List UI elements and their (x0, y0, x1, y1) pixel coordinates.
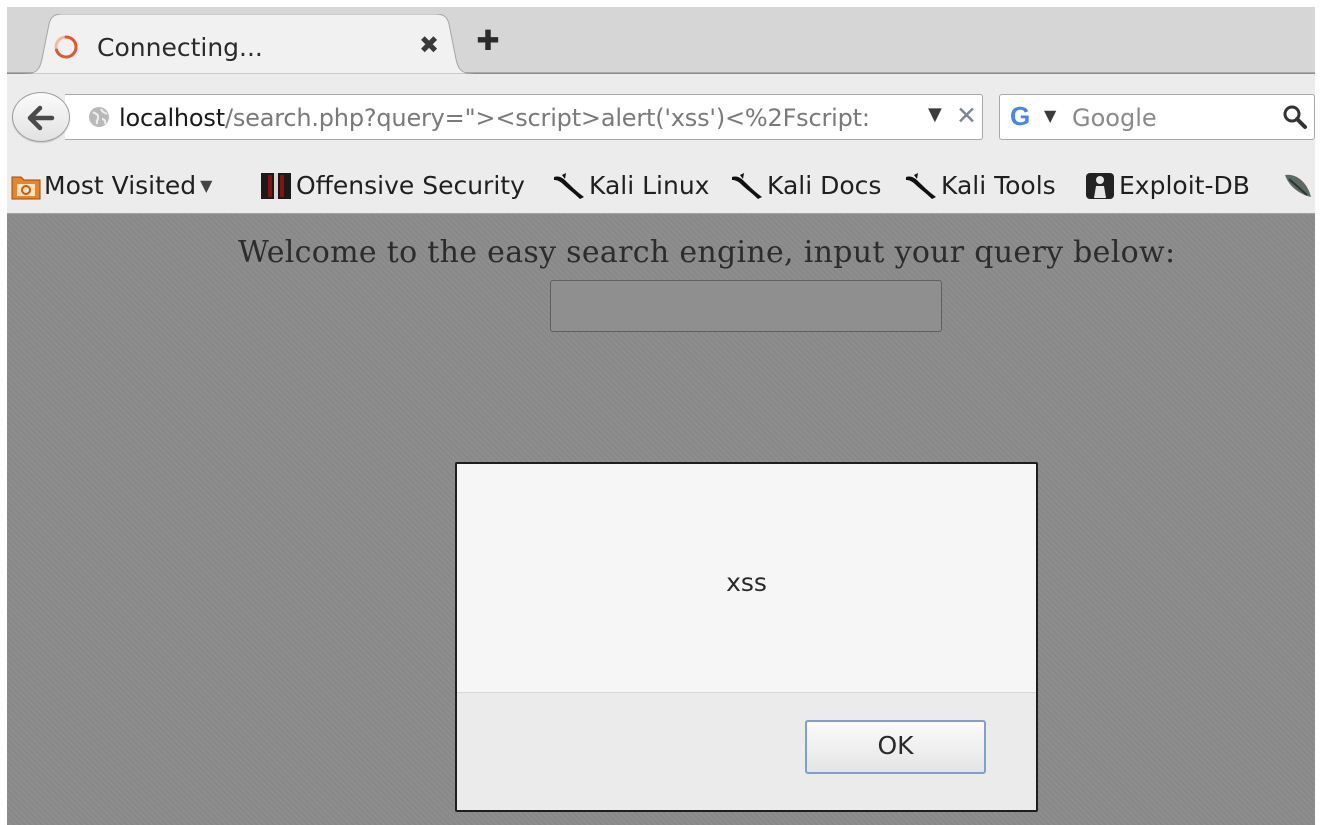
navigation-toolbar: localhost/search.php?query="><script>ale… (7, 74, 1315, 158)
search-placeholder[interactable]: Google (1072, 104, 1157, 132)
search-bar[interactable]: G ▼ Google (999, 94, 1315, 140)
url-host: localhost (119, 104, 225, 132)
search-engine-dropdown-icon[interactable]: ▼ (1044, 106, 1056, 125)
bookmark-overflow[interactable] (1281, 170, 1315, 202)
chevron-down-icon: ▼ (200, 176, 213, 195)
google-logo-icon: G (1010, 101, 1031, 131)
aircrack-icon (1285, 174, 1311, 197)
kali-dragon-icon (906, 173, 936, 199)
url-path: /search.php?query="><script>alert('xss')… (224, 104, 870, 132)
stop-loading-icon[interactable]: ✕ (956, 101, 977, 130)
back-arrow-icon (27, 105, 55, 131)
search-icon[interactable] (1282, 104, 1308, 130)
alert-dialog: xss OK (455, 462, 1038, 812)
search-query-input[interactable] (550, 280, 942, 332)
new-tab-icon[interactable]: ✚ (475, 27, 501, 55)
bookmark-most-visited[interactable]: Most Visited ▼ (11, 170, 212, 202)
offsec-logo-icon (261, 173, 291, 199)
page-content: Welcome to the easy search engine, input… (7, 215, 1315, 825)
exploitdb-icon (1086, 173, 1114, 199)
bookmark-offensive-security[interactable]: Offensive Security (259, 170, 525, 202)
bookmark-kali-tools[interactable]: Kali Tools (904, 170, 1056, 202)
welcome-heading: Welcome to the easy search engine, input… (238, 235, 1176, 270)
tab-title: Connecting... (97, 33, 263, 62)
back-button[interactable] (12, 92, 70, 142)
globe-icon (89, 107, 109, 127)
loading-spinner-icon (54, 35, 78, 59)
alert-message: xss (726, 568, 767, 597)
tab-strip: Connecting... ✖ ✚ (7, 7, 1315, 74)
alert-footer: OK (457, 692, 1036, 810)
url-text[interactable]: localhost/search.php?query="><script>ale… (119, 104, 919, 132)
bookmarks-toolbar: Most Visited ▼ Offensive Security Kali Li… (7, 158, 1315, 214)
bookmark-kali-linux[interactable]: Kali Linux (552, 170, 709, 202)
url-history-dropdown-icon[interactable]: ▼ (928, 104, 942, 125)
bookmark-kali-docs[interactable]: Kali Docs (730, 170, 881, 202)
kali-dragon-icon (554, 173, 584, 199)
url-bar[interactable]: localhost/search.php?query="><script>ale… (65, 94, 983, 140)
ok-button[interactable]: OK (805, 720, 986, 774)
tab-active[interactable]: Connecting... ✖ (25, 14, 473, 74)
close-tab-icon[interactable]: ✖ (416, 32, 442, 58)
bookmark-exploit-db[interactable]: Exploit-DB (1084, 170, 1250, 202)
folder-rss-icon (11, 176, 41, 200)
browser-window: Connecting... ✖ ✚ localhost/search.php?q… (7, 7, 1315, 825)
kali-dragon-icon (732, 173, 762, 199)
